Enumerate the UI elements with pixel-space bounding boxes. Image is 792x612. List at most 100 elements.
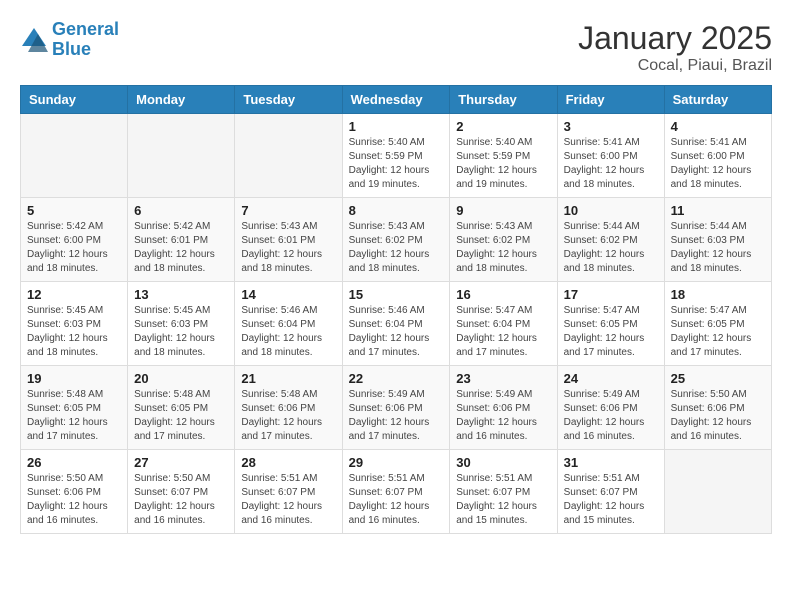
day-info: Sunrise: 5:47 AM Sunset: 6:05 PM Dayligh… — [671, 304, 765, 360]
day-number: 23 — [456, 371, 550, 386]
logo: General Blue — [20, 20, 119, 60]
day-cell: 11Sunrise: 5:44 AM Sunset: 6:03 PM Dayli… — [664, 198, 771, 282]
weekday-header-sunday: Sunday — [21, 86, 128, 114]
day-info: Sunrise: 5:46 AM Sunset: 6:04 PM Dayligh… — [241, 304, 335, 360]
week-row-1: 1 Sunrise: 5:40 AM Sunset: 5:59 PM Daylig… — [21, 114, 772, 198]
day-number: 30 — [456, 455, 550, 470]
day-number: 13 — [134, 287, 228, 302]
day-info: Sunrise: 5:43 AM Sunset: 6:02 PM Dayligh… — [349, 220, 444, 276]
day-cell: 28 Sunrise: 5:51 AM Sunset: 6:07 PM Dayli… — [235, 450, 342, 534]
week-row-2: 5Sunrise: 5:42 AM Sunset: 6:00 PM Daylig… — [21, 198, 772, 282]
day-cell: 19 Sunrise: 5:48 AM Sunset: 6:05 PM Dayli… — [21, 366, 128, 450]
day-cell: 18 Sunrise: 5:47 AM Sunset: 6:05 PM Dayli… — [664, 282, 771, 366]
day-info: Sunrise: 5:50 AM Sunset: 6:06 PM Dayligh… — [27, 472, 121, 528]
day-cell — [21, 114, 128, 198]
day-number: 31 — [564, 455, 658, 470]
day-number: 26 — [27, 455, 121, 470]
day-info: Sunrise: 5:49 AM Sunset: 6:06 PM Dayligh… — [564, 388, 658, 444]
day-cell: 5Sunrise: 5:42 AM Sunset: 6:00 PM Daylig… — [21, 198, 128, 282]
day-number: 15 — [349, 287, 444, 302]
day-number: 9 — [456, 203, 550, 218]
day-number: 27 — [134, 455, 228, 470]
day-number: 1 — [349, 119, 444, 134]
week-row-3: 12Sunrise: 5:45 AM Sunset: 6:03 PM Dayli… — [21, 282, 772, 366]
day-info: Sunrise: 5:47 AM Sunset: 6:05 PM Dayligh… — [564, 304, 658, 360]
day-number: 24 — [564, 371, 658, 386]
day-number: 28 — [241, 455, 335, 470]
day-info: Sunrise: 5:49 AM Sunset: 6:06 PM Dayligh… — [349, 388, 444, 444]
day-info: Sunrise: 5:51 AM Sunset: 6:07 PM Dayligh… — [456, 472, 550, 528]
day-cell: 9 Sunrise: 5:43 AM Sunset: 6:02 PM Daylig… — [450, 198, 557, 282]
day-cell: 1 Sunrise: 5:40 AM Sunset: 5:59 PM Daylig… — [342, 114, 450, 198]
day-cell: 20Sunrise: 5:48 AM Sunset: 6:05 PM Dayli… — [128, 366, 235, 450]
day-cell: 27 Sunrise: 5:50 AM Sunset: 6:07 PM Dayli… — [128, 450, 235, 534]
weekday-header-tuesday: Tuesday — [235, 86, 342, 114]
day-cell: 12Sunrise: 5:45 AM Sunset: 6:03 PM Dayli… — [21, 282, 128, 366]
day-number: 16 — [456, 287, 550, 302]
day-info: Sunrise: 5:44 AM Sunset: 6:03 PM Dayligh… — [671, 220, 765, 276]
day-cell: 24 Sunrise: 5:49 AM Sunset: 6:06 PM Dayli… — [557, 366, 664, 450]
day-info: Sunrise: 5:48 AM Sunset: 6:05 PM Dayligh… — [27, 388, 121, 444]
day-number: 19 — [27, 371, 121, 386]
day-cell: 25 Sunrise: 5:50 AM Sunset: 6:06 PM Dayli… — [664, 366, 771, 450]
day-info: Sunrise: 5:43 AM Sunset: 6:02 PM Dayligh… — [456, 220, 550, 276]
day-info: Sunrise: 5:51 AM Sunset: 6:07 PM Dayligh… — [564, 472, 658, 528]
day-cell: 30 Sunrise: 5:51 AM Sunset: 6:07 PM Dayli… — [450, 450, 557, 534]
day-number: 25 — [671, 371, 765, 386]
day-cell: 13 Sunrise: 5:45 AM Sunset: 6:03 PM Dayli… — [128, 282, 235, 366]
day-info: Sunrise: 5:50 AM Sunset: 6:07 PM Dayligh… — [134, 472, 228, 528]
day-info: Sunrise: 5:45 AM Sunset: 6:03 PM Dayligh… — [134, 304, 228, 360]
day-number: 7 — [241, 203, 335, 218]
day-number: 29 — [349, 455, 444, 470]
day-cell: 4 Sunrise: 5:41 AM Sunset: 6:00 PM Daylig… — [664, 114, 771, 198]
day-cell: 17Sunrise: 5:47 AM Sunset: 6:05 PM Dayli… — [557, 282, 664, 366]
day-cell: 15 Sunrise: 5:46 AM Sunset: 6:04 PM Dayli… — [342, 282, 450, 366]
calendar-title: January 2025 — [578, 20, 772, 57]
day-cell: 21 Sunrise: 5:48 AM Sunset: 6:06 PM Dayli… — [235, 366, 342, 450]
day-info: Sunrise: 5:42 AM Sunset: 6:01 PM Dayligh… — [134, 220, 228, 276]
day-cell: 22 Sunrise: 5:49 AM Sunset: 6:06 PM Dayli… — [342, 366, 450, 450]
day-cell — [128, 114, 235, 198]
day-cell: 8 Sunrise: 5:43 AM Sunset: 6:02 PM Daylig… — [342, 198, 450, 282]
day-number: 18 — [671, 287, 765, 302]
day-number: 20 — [134, 371, 228, 386]
day-info: Sunrise: 5:51 AM Sunset: 6:07 PM Dayligh… — [241, 472, 335, 528]
day-cell: 3Sunrise: 5:41 AM Sunset: 6:00 PM Daylig… — [557, 114, 664, 198]
day-cell: 23Sunrise: 5:49 AM Sunset: 6:06 PM Dayli… — [450, 366, 557, 450]
day-number: 6 — [134, 203, 228, 218]
day-cell: 16 Sunrise: 5:47 AM Sunset: 6:04 PM Dayli… — [450, 282, 557, 366]
day-number: 14 — [241, 287, 335, 302]
day-number: 10 — [564, 203, 658, 218]
day-number: 21 — [241, 371, 335, 386]
day-info: Sunrise: 5:41 AM Sunset: 6:00 PM Dayligh… — [671, 136, 765, 192]
day-cell: 10 Sunrise: 5:44 AM Sunset: 6:02 PM Dayli… — [557, 198, 664, 282]
day-info: Sunrise: 5:42 AM Sunset: 6:00 PM Dayligh… — [27, 220, 121, 276]
day-cell — [235, 114, 342, 198]
week-row-4: 19 Sunrise: 5:48 AM Sunset: 6:05 PM Dayli… — [21, 366, 772, 450]
day-info: Sunrise: 5:44 AM Sunset: 6:02 PM Dayligh… — [564, 220, 658, 276]
weekday-header-monday: Monday — [128, 86, 235, 114]
day-number: 3 — [564, 119, 658, 134]
day-cell: 7Sunrise: 5:43 AM Sunset: 6:01 PM Daylig… — [235, 198, 342, 282]
day-info: Sunrise: 5:46 AM Sunset: 6:04 PM Dayligh… — [349, 304, 444, 360]
calendar-subtitle: Cocal, Piaui, Brazil — [578, 57, 772, 75]
day-info: Sunrise: 5:48 AM Sunset: 6:06 PM Dayligh… — [241, 388, 335, 444]
day-number: 22 — [349, 371, 444, 386]
weekday-header-saturday: Saturday — [664, 86, 771, 114]
day-cell: 6 Sunrise: 5:42 AM Sunset: 6:01 PM Daylig… — [128, 198, 235, 282]
day-info: Sunrise: 5:40 AM Sunset: 5:59 PM Dayligh… — [349, 136, 444, 192]
day-info: Sunrise: 5:51 AM Sunset: 6:07 PM Dayligh… — [349, 472, 444, 528]
day-number: 4 — [671, 119, 765, 134]
calendar-table: SundayMondayTuesdayWednesdayThursdayFrid… — [20, 85, 772, 534]
day-info: Sunrise: 5:50 AM Sunset: 6:06 PM Dayligh… — [671, 388, 765, 444]
day-info: Sunrise: 5:40 AM Sunset: 5:59 PM Dayligh… — [456, 136, 550, 192]
day-cell: 31 Sunrise: 5:51 AM Sunset: 6:07 PM Dayli… — [557, 450, 664, 534]
weekday-header-thursday: Thursday — [450, 86, 557, 114]
weekday-header-friday: Friday — [557, 86, 664, 114]
logo-text: General Blue — [52, 20, 119, 60]
day-cell: 2Sunrise: 5:40 AM Sunset: 5:59 PM Daylig… — [450, 114, 557, 198]
day-number: 8 — [349, 203, 444, 218]
day-cell: 29 Sunrise: 5:51 AM Sunset: 6:07 PM Dayli… — [342, 450, 450, 534]
day-cell: 14 Sunrise: 5:46 AM Sunset: 6:04 PM Dayli… — [235, 282, 342, 366]
day-info: Sunrise: 5:47 AM Sunset: 6:04 PM Dayligh… — [456, 304, 550, 360]
